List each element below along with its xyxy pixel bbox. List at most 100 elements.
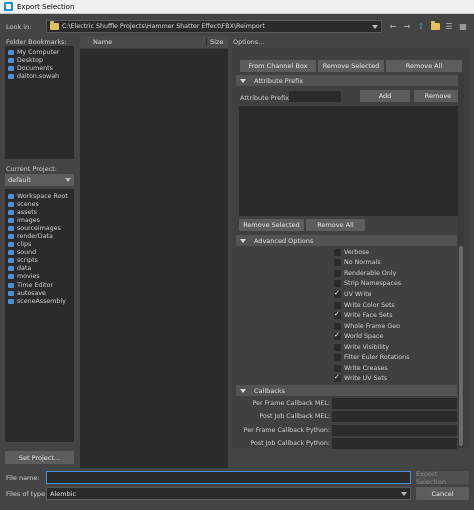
file-list[interactable]: Name Size xyxy=(80,36,228,468)
project-folder-item[interactable]: Workspace Root xyxy=(8,192,71,200)
checkbox-checked[interactable] xyxy=(334,310,341,320)
files-of-type-combo[interactable]: Alembic xyxy=(46,487,411,500)
callback-input[interactable] xyxy=(332,398,457,410)
callback-input[interactable] xyxy=(332,424,457,436)
checkbox[interactable] xyxy=(334,301,341,309)
attribute-prefix-input[interactable] xyxy=(289,91,341,102)
bookmark-item[interactable]: My Computer xyxy=(8,48,71,56)
project-folder-item[interactable]: sceneAssembly xyxy=(8,297,71,305)
project-folder-item[interactable]: scenes xyxy=(8,200,71,208)
back-icon[interactable]: ← xyxy=(387,20,399,33)
option-strip-namespaces[interactable]: Strip Namespaces xyxy=(334,279,454,290)
checkbox[interactable] xyxy=(334,248,341,256)
option-world-space[interactable]: World Space xyxy=(334,331,454,342)
callback-row: Per Frame Callback Python: xyxy=(236,424,457,437)
attribute-prefix-list[interactable] xyxy=(239,106,461,216)
checkbox[interactable] xyxy=(334,343,341,351)
project-folder-item[interactable]: movies xyxy=(8,273,71,281)
checkbox[interactable] xyxy=(334,280,341,288)
remove-all-button[interactable]: Remove All xyxy=(386,60,462,72)
attribute-prefix-header[interactable]: Attribute Prefix xyxy=(236,75,463,86)
option-verbose[interactable]: Verbose xyxy=(334,247,454,258)
option-write-creases[interactable]: Write Creases xyxy=(334,363,454,374)
files-of-type-value: Alembic xyxy=(50,489,77,498)
option-write-color-sets[interactable]: Write Color Sets xyxy=(334,300,454,311)
project-folder-item[interactable]: sound xyxy=(8,249,71,257)
project-folder-item[interactable]: Time Editor xyxy=(8,281,71,289)
project-folder-item[interactable]: autosave xyxy=(8,289,71,297)
remove-selected-button[interactable]: Remove Selected xyxy=(318,60,384,72)
checkbox-checked[interactable] xyxy=(334,373,341,383)
bookmarks-label: Folder Bookmarks: xyxy=(6,38,67,46)
column-size[interactable]: Size xyxy=(206,38,223,46)
option-write-face-sets[interactable]: Write Face Sets xyxy=(334,310,454,321)
cancel-button[interactable]: Cancel xyxy=(416,487,469,500)
chevron-down-icon xyxy=(401,492,407,496)
project-selected: default xyxy=(8,176,31,184)
option-uv-write[interactable]: UV Write xyxy=(334,289,454,300)
checkbox[interactable] xyxy=(334,322,341,330)
project-folder-item[interactable]: images xyxy=(8,216,71,224)
bookmarks-list: My Computer Desktop Documents dalton.sow… xyxy=(5,46,74,159)
scrollbar-thumb[interactable] xyxy=(459,246,463,446)
from-channel-box-button[interactable]: From Channel Box xyxy=(240,60,316,72)
app-icon xyxy=(4,2,13,11)
callback-input[interactable] xyxy=(332,411,457,423)
prefix-remove-selected-button[interactable]: Remove Selected xyxy=(239,219,304,231)
project-folder-tree: Workspace Root scenes assets images sour… xyxy=(5,189,74,442)
column-name[interactable]: Name xyxy=(80,38,206,46)
option-filter-euler-rotations[interactable]: Filter Euler Rotations xyxy=(334,352,454,363)
option-no-normals[interactable]: No Normals xyxy=(334,258,454,269)
project-folder-item[interactable]: sourceimages xyxy=(8,224,71,232)
remove-prefix-button[interactable]: Remove xyxy=(414,90,462,102)
option-whole-frame-geo[interactable]: Whole Frame Geo xyxy=(334,321,454,332)
project-folder-item[interactable]: renderData xyxy=(8,232,71,240)
look-in-path: C:\Electric Shuffle Projects\Hammer Shat… xyxy=(62,23,265,30)
current-project-label: Current Project: xyxy=(6,165,57,173)
advanced-options-title: Advanced Options xyxy=(254,236,314,245)
look-in-combo[interactable]: C:\Electric Shuffle Projects\Hammer Shat… xyxy=(46,20,382,33)
look-in-label: Look in: xyxy=(6,23,32,31)
project-combo[interactable]: default xyxy=(5,174,74,186)
folder-icon xyxy=(50,21,59,30)
checkbox-checked[interactable] xyxy=(334,331,341,341)
set-project-button[interactable]: Set Project... xyxy=(5,451,74,464)
project-folder-item[interactable]: clips xyxy=(8,241,71,249)
bookmark-item[interactable]: Documents xyxy=(8,64,71,72)
callback-label: Per Frame Callback MEL: xyxy=(252,400,330,408)
project-folder-item[interactable]: data xyxy=(8,265,71,273)
advanced-options-header[interactable]: Advanced Options xyxy=(236,235,457,246)
forward-icon[interactable]: → xyxy=(401,20,413,33)
checkbox[interactable] xyxy=(334,259,341,267)
project-folder-item[interactable]: assets xyxy=(8,208,71,216)
options-scrollbar[interactable] xyxy=(458,74,464,448)
prefix-remove-all-button[interactable]: Remove All xyxy=(306,219,365,231)
project-folder-item[interactable]: scripts xyxy=(8,257,71,265)
up-folder-icon[interactable]: ⇧ xyxy=(415,20,427,33)
callbacks-list: Per Frame Callback MEL: Post Job Callbac… xyxy=(236,397,457,450)
new-folder-icon[interactable] xyxy=(429,20,441,33)
checkbox[interactable] xyxy=(334,354,341,362)
file-name-input[interactable] xyxy=(46,471,411,484)
callback-input[interactable] xyxy=(332,438,457,450)
checkbox[interactable] xyxy=(334,269,341,277)
option-write-visibility[interactable]: Write Visibility xyxy=(334,342,454,353)
callbacks-header[interactable]: Callbacks xyxy=(236,385,457,396)
bookmark-item[interactable]: Desktop xyxy=(8,56,71,64)
advanced-options-list: Verbose No Normals Renderable Only Strip… xyxy=(334,247,454,384)
option-renderable-only[interactable]: Renderable Only xyxy=(334,268,454,279)
detail-view-icon[interactable]: ▦ xyxy=(457,20,469,33)
collapse-triangle-icon xyxy=(240,238,246,243)
chevron-down-icon xyxy=(65,178,71,182)
options-label: Options... xyxy=(233,38,265,46)
option-write-uv-sets[interactable]: Write UV Sets xyxy=(334,373,454,385)
attribute-prefix-title: Attribute Prefix xyxy=(254,76,304,85)
checkbox-checked[interactable] xyxy=(334,289,341,298)
callback-row: Per Frame Callback MEL: xyxy=(236,397,457,410)
callback-label: Post Job Callback Python: xyxy=(250,440,330,448)
bookmark-item[interactable]: dalton.sowah xyxy=(8,72,71,80)
list-view-icon[interactable]: ☰ xyxy=(443,20,455,33)
export-selection-button[interactable]: Export Selection xyxy=(416,470,469,486)
checkbox[interactable] xyxy=(334,364,341,372)
add-prefix-button[interactable]: Add xyxy=(360,90,410,102)
